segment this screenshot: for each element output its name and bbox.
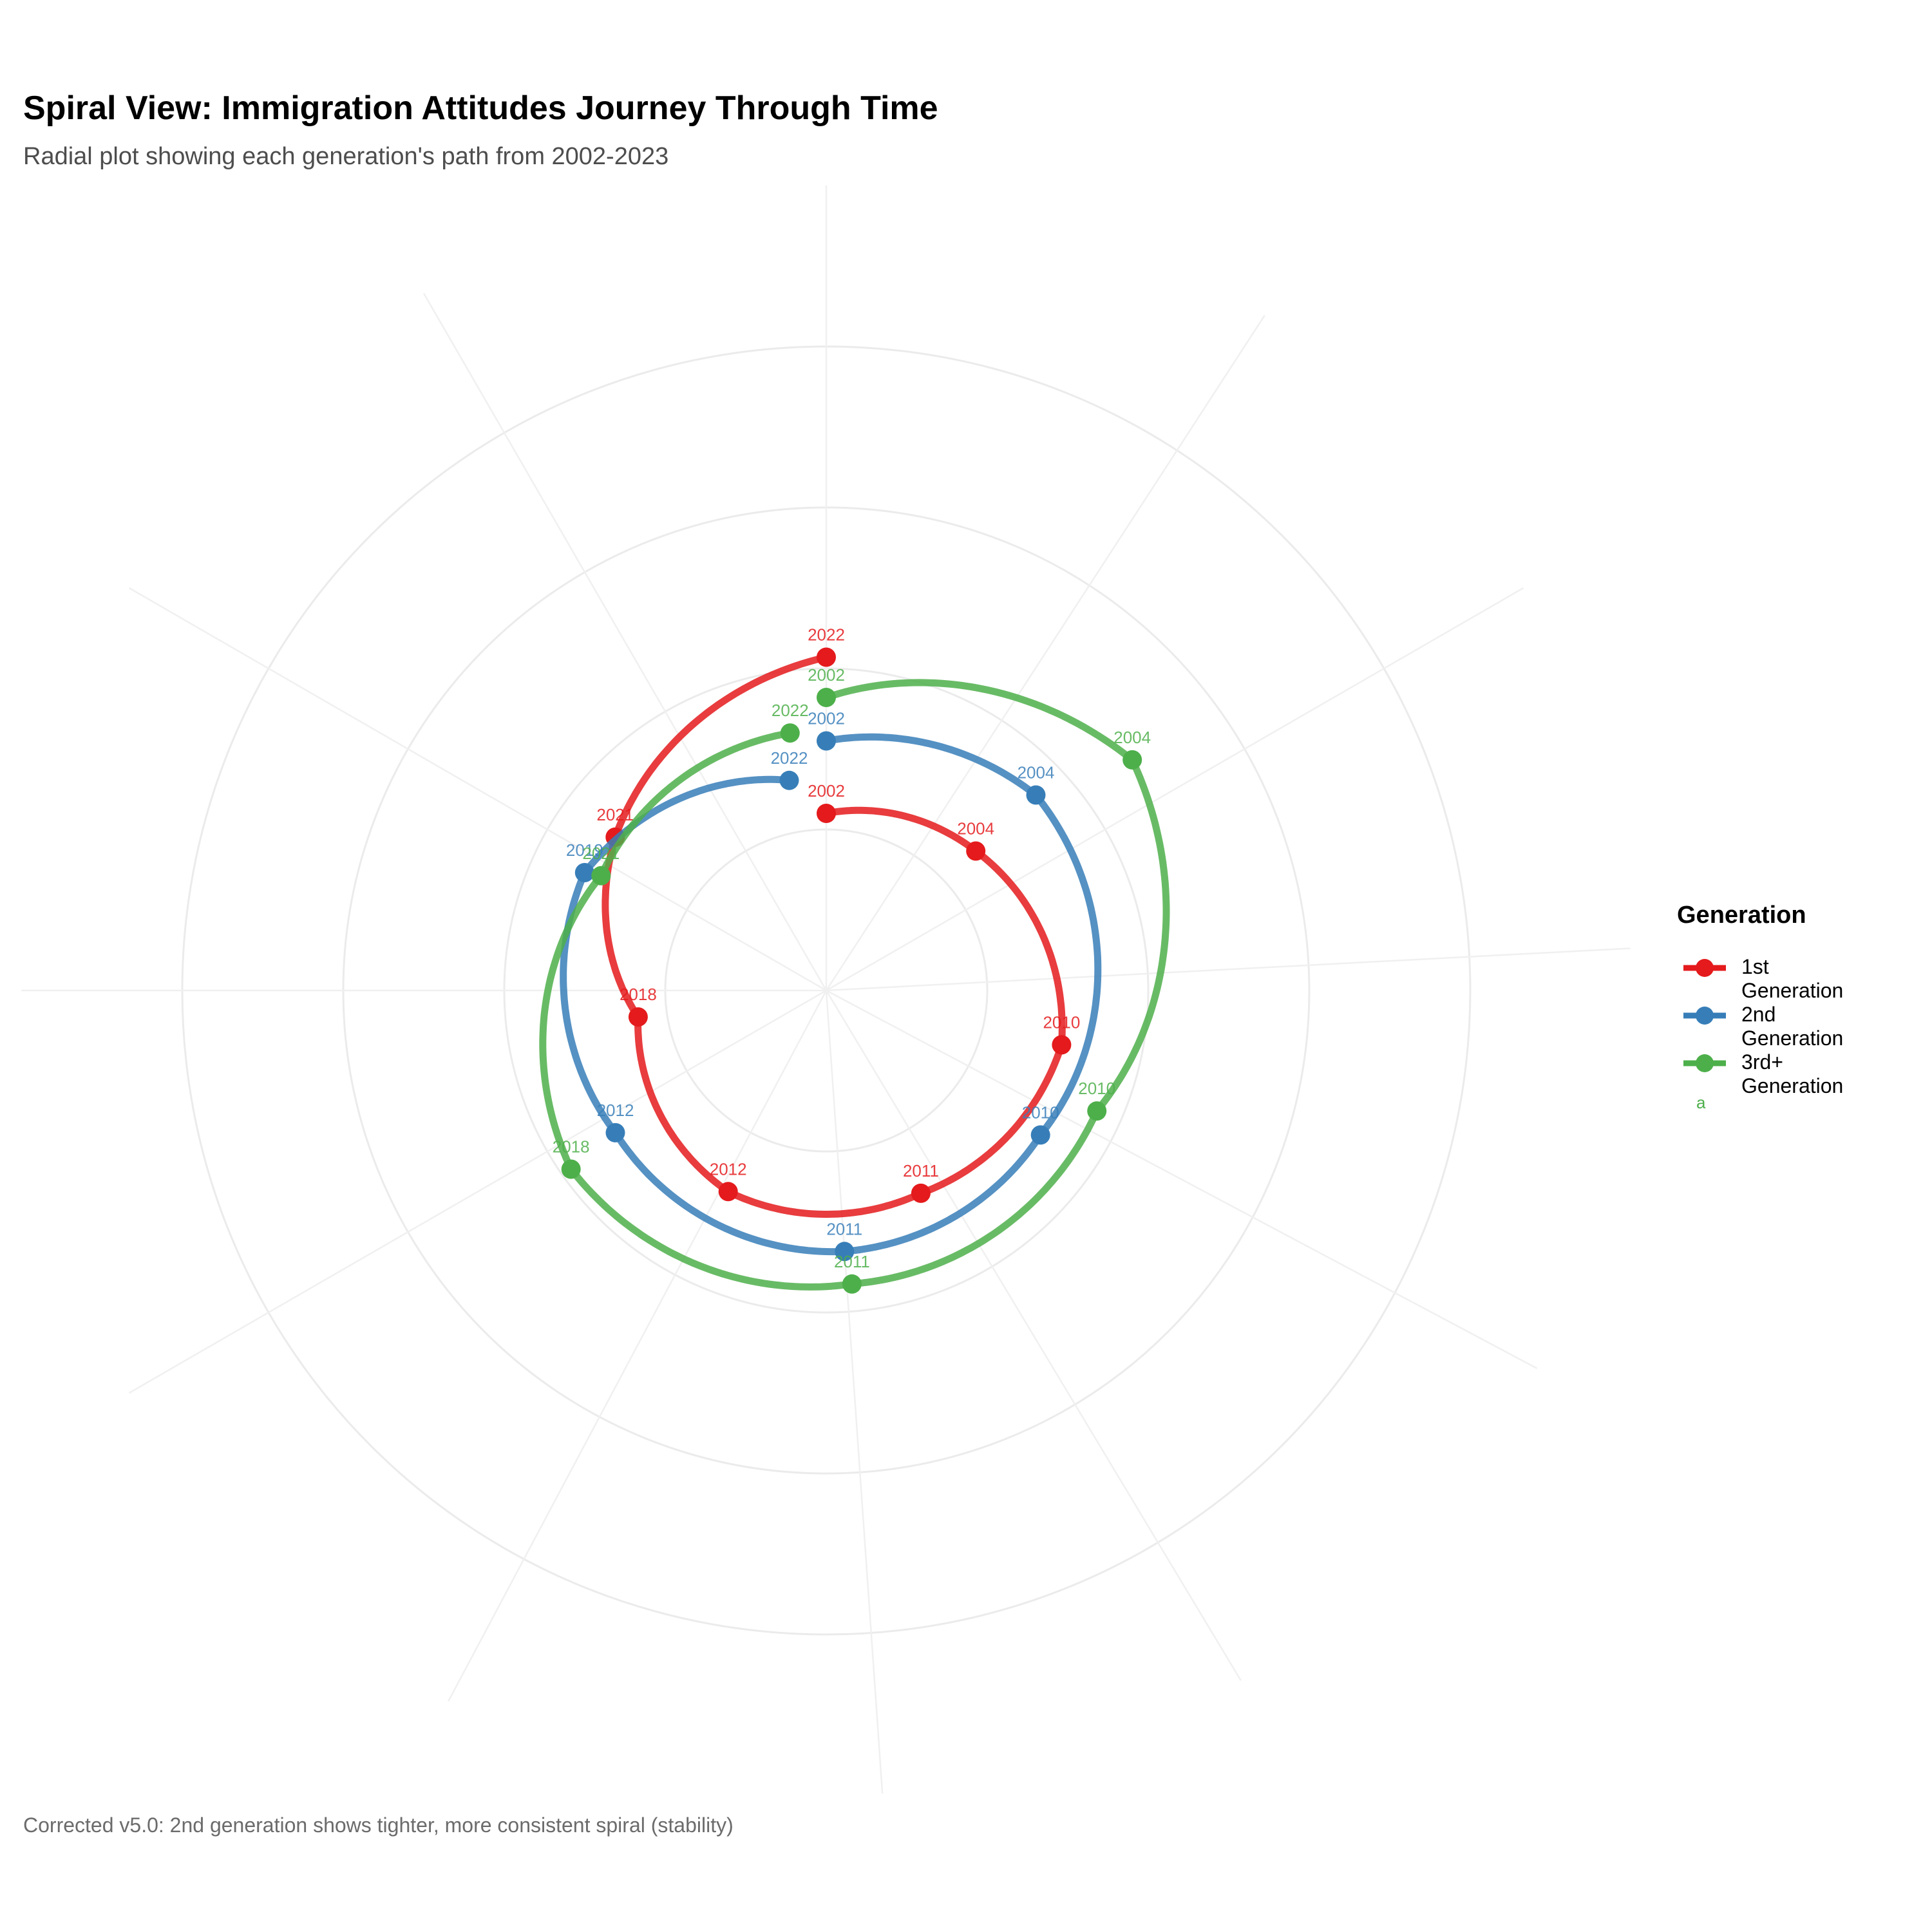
data-label-1-7: 2021 [596, 805, 634, 824]
grid-spoke-4 [826, 947, 1631, 992]
data-point-1-5 [718, 1182, 738, 1202]
legend: Generation 1st Generation 2nd Generation… [1677, 902, 1843, 1113]
data-point-1-1 [817, 804, 836, 823]
polar-grid [21, 185, 1631, 1794]
data-point-1-3 [1052, 1035, 1072, 1055]
data-label-3-1: 2002 [808, 665, 845, 685]
data-label-1-1: 2002 [808, 781, 845, 800]
grid-spoke-7 [825, 990, 884, 1794]
legend-label-2nd-generation: 2nd Generation [1741, 1003, 1844, 1050]
legend-title: Generation [1677, 902, 1806, 929]
grid-spoke-11 [128, 587, 827, 992]
data-label-2-5: 2012 [597, 1101, 634, 1120]
data-label-1-3: 2010 [1043, 1012, 1080, 1032]
legend-item-3rd-generation: 3rd+ Generation [1677, 1044, 1843, 1097]
data-label-2-1: 2002 [808, 709, 845, 728]
data-label-1-4: 2011 [903, 1161, 939, 1180]
data-label-1-2: 2004 [957, 819, 994, 838]
data-point-1-6 [628, 1007, 648, 1027]
data-point-3-2 [1122, 750, 1142, 770]
series-layer: 2002200420102011201220182021202220022004… [539, 625, 1170, 1294]
legend-item-2nd-generation: 2nd Generation [1677, 996, 1843, 1050]
series-3: 2002 2004 2010 2011 2018 2021 2022 [539, 665, 1170, 1294]
data-label-2-2: 2004 [1018, 763, 1055, 782]
data-point-3-6 [591, 866, 611, 886]
grid-spoke-12 [422, 292, 828, 991]
data-label-3-4: 2011 [834, 1252, 870, 1271]
data-label-2-4: 2011 [826, 1219, 862, 1238]
data-point-2-5 [605, 1122, 625, 1142]
grid-spoke-3 [826, 587, 1524, 992]
data-label-3-3: 2010 [1078, 1079, 1115, 1098]
data-label-1-5: 2012 [710, 1159, 747, 1179]
data-label-2-3: 2010 [1022, 1103, 1059, 1122]
grid-spoke-2 [825, 314, 1265, 991]
data-point-3-3 [1087, 1101, 1107, 1121]
data-point-3-4 [842, 1274, 862, 1294]
legend-key-3rd-generation [1683, 1054, 1726, 1072]
data-point-2-3 [1030, 1125, 1050, 1145]
data-point-2-6 [574, 863, 594, 882]
data-point-2-1 [817, 731, 836, 751]
chart-caption: Corrected v5.0: 2nd generation shows tig… [23, 1814, 734, 1837]
data-label-3-7: 2022 [772, 701, 809, 720]
legend-label-1st-generation: 1st Generation [1741, 955, 1844, 1002]
data-point-3-1 [817, 688, 836, 707]
data-label-3-5: 2018 [553, 1137, 590, 1157]
legend-label-3rd-generation: 3rd+ Generation [1741, 1050, 1844, 1097]
grid-spoke-8 [448, 990, 828, 1702]
data-point-2-2 [1026, 785, 1046, 805]
data-point-1-8 [817, 647, 836, 667]
data-label-2-7: 2022 [771, 748, 808, 768]
data-point-3-7 [780, 723, 800, 743]
data-label-3-6: 2021 [582, 844, 620, 863]
data-point-2-7 [779, 770, 799, 790]
data-label-3-2: 2004 [1113, 728, 1151, 747]
data-label-1-8: 2022 [808, 625, 845, 645]
legend-key-2nd-generation [1683, 1007, 1726, 1025]
data-label-1-6: 2018 [620, 985, 657, 1004]
data-point-1-4 [911, 1183, 931, 1203]
legend-key-1st-generation [1683, 959, 1726, 977]
data-point-1-2 [966, 841, 986, 861]
data-point-3-5 [561, 1159, 581, 1179]
grid-spoke-6 [825, 990, 1242, 1681]
legend-item-1st-generation: 1st Generation [1677, 949, 1843, 1002]
radial-spiral-chart: 2002200420102011201220182021202220022004… [21, 185, 1631, 1794]
